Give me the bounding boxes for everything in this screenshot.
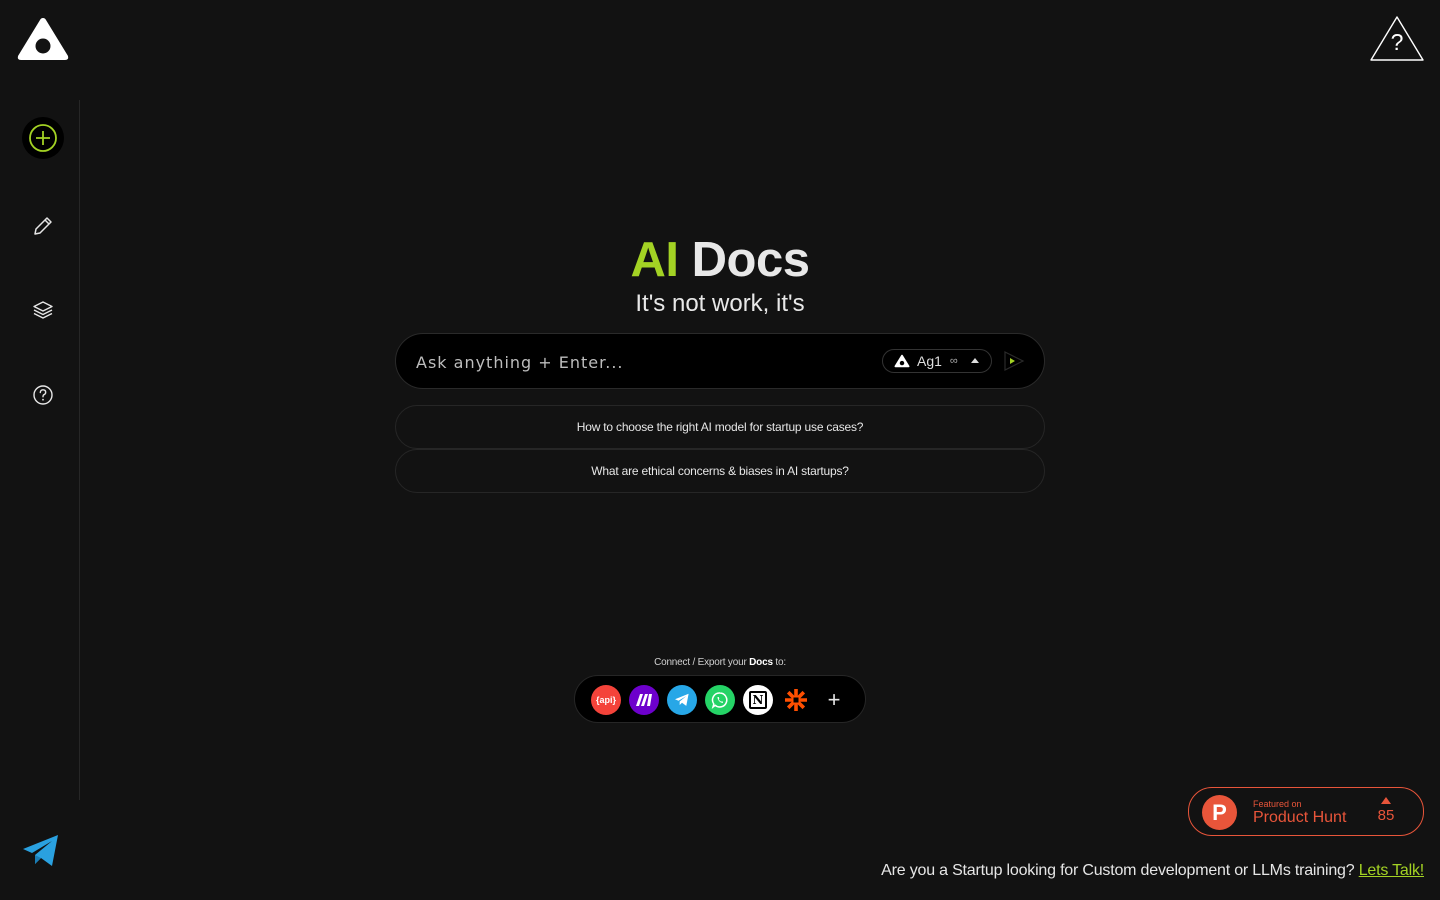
footer-cta: Are you a Startup looking for Custom dev… — [881, 862, 1425, 879]
integration-telegram[interactable] — [667, 685, 697, 715]
page-subtitle: It's not work, it's — [635, 290, 805, 317]
model-suffix: ∞ — [949, 355, 958, 367]
notion-icon: N — [749, 691, 767, 709]
api-icon: {api} — [595, 695, 616, 705]
integrations-bar: {api} N + — [574, 675, 866, 723]
model-selector[interactable]: Ag1 ∞ — [882, 349, 992, 373]
integration-notion[interactable]: N — [743, 685, 773, 715]
question-circle-icon — [33, 385, 53, 405]
lets-talk-link[interactable]: Lets Talk! — [1359, 862, 1425, 879]
plus-icon: + — [827, 687, 841, 712]
title-accent: AI — [630, 233, 680, 287]
telegram-plane-icon — [23, 835, 58, 866]
page-title: AI Docs — [0, 232, 1440, 288]
sidebar — [0, 100, 80, 800]
whatsapp-icon — [711, 692, 728, 709]
help-glyph: ? — [1390, 29, 1404, 55]
model-label: Ag1 — [917, 353, 942, 369]
zapier-icon — [785, 689, 807, 711]
integration-zapier[interactable] — [781, 685, 811, 715]
send-button[interactable] — [1002, 349, 1026, 373]
help-button[interactable]: ? — [1369, 15, 1425, 63]
connect-label: Connect / Export your Docs to: — [654, 657, 786, 668]
search-bar: Ag1 ∞ — [395, 333, 1045, 389]
plus-circle-icon — [29, 124, 57, 152]
app-logo[interactable] — [16, 16, 70, 62]
telegram-icon — [675, 693, 689, 706]
integration-add-more[interactable]: + — [819, 685, 849, 715]
sidebar-item-new-chat[interactable] — [22, 117, 64, 159]
telegram-corner-button[interactable] — [21, 833, 61, 869]
sidebar-item-help[interactable] — [22, 374, 64, 416]
title-rest: Docs — [691, 233, 810, 287]
make-icon — [636, 694, 652, 706]
upvote-arrow-icon — [1381, 797, 1391, 804]
triangle-logo-icon — [17, 18, 69, 60]
ph-upvote-count: 85 — [1377, 807, 1395, 824]
suggestion-item[interactable]: How to choose the right AI model for sta… — [395, 405, 1045, 449]
product-hunt-icon: P — [1202, 795, 1237, 830]
integration-whatsapp[interactable] — [705, 685, 735, 715]
integration-make[interactable] — [629, 685, 659, 715]
caret-up-icon — [971, 358, 979, 363]
triangle-logo-icon — [894, 354, 910, 368]
integration-api[interactable]: {api} — [591, 685, 621, 715]
product-hunt-badge[interactable]: P Featured on Product Hunt 85 — [1188, 787, 1424, 836]
play-send-icon — [1004, 351, 1025, 371]
search-input[interactable] — [416, 348, 856, 376]
suggestion-item[interactable]: What are ethical concerns & biases in AI… — [395, 449, 1045, 493]
ph-featured-label: Featured on — [1253, 799, 1302, 809]
ph-name: Product Hunt — [1253, 809, 1347, 826]
